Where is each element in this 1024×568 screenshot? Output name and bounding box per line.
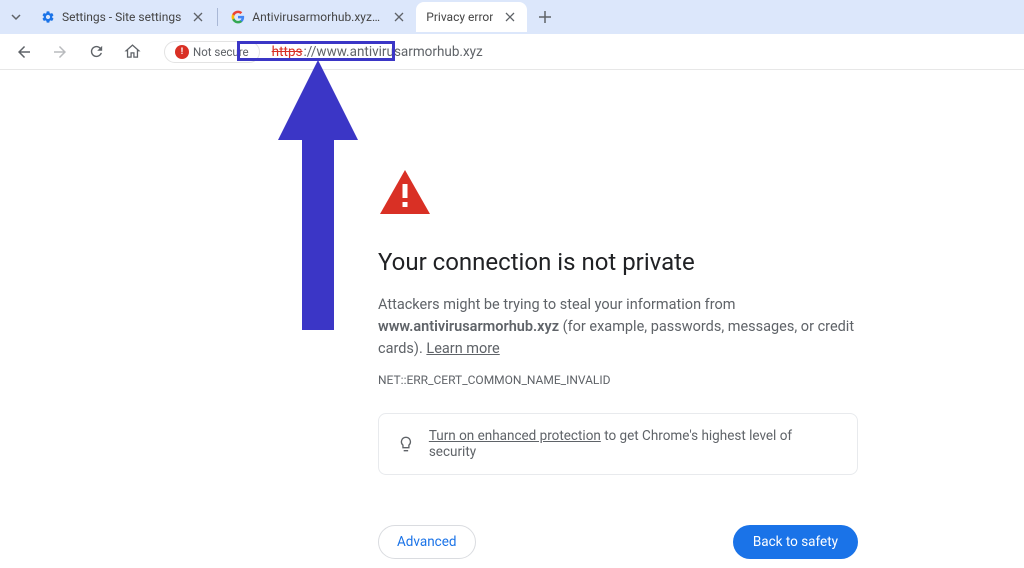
error-body: Attackers might be trying to steal your … (378, 294, 858, 359)
back-button[interactable] (10, 38, 38, 66)
tab-google-search[interactable]: Antivirusarmorhub.xyz - Google (220, 2, 416, 32)
enhanced-protection-tip: Turn on enhanced protection to get Chrom… (378, 413, 858, 475)
new-tab-button[interactable] (531, 3, 559, 31)
back-to-safety-button[interactable]: Back to safety (733, 525, 858, 559)
settings-icon (40, 9, 56, 25)
url-protocol: https (272, 44, 303, 60)
forward-button[interactable] (46, 38, 74, 66)
reload-button[interactable] (82, 38, 110, 66)
tab-settings[interactable]: Settings - Site settings (30, 2, 215, 32)
tab-separator (217, 8, 218, 26)
tip-text: Turn on enhanced protection to get Chrom… (429, 428, 839, 460)
danger-icon: ! (175, 45, 189, 59)
advanced-button[interactable]: Advanced (378, 525, 476, 559)
close-icon[interactable] (503, 10, 517, 24)
url-display: https://www.antivirusarmorhub.xyz (272, 44, 483, 60)
error-page-content: Your connection is not private Attackers… (0, 70, 1024, 568)
warning-triangle-icon (380, 170, 430, 214)
learn-more-link[interactable]: Learn more (426, 340, 499, 357)
toolbar: ! Not secure https://www.antivirusarmorh… (0, 34, 1024, 70)
error-domain: www.antivirusarmorhub.xyz (378, 318, 559, 335)
error-heading: Your connection is not private (378, 248, 924, 276)
not-secure-label: Not secure (193, 45, 249, 59)
tab-title: Antivirusarmorhub.xyz - Google (252, 10, 382, 24)
tab-title: Settings - Site settings (62, 10, 181, 24)
security-chip[interactable]: ! Not secure (164, 41, 260, 63)
error-code: NET::ERR_CERT_COMMON_NAME_INVALID (378, 373, 924, 387)
tab-search-dropdown[interactable] (6, 7, 26, 27)
tab-privacy-error[interactable]: Privacy error (416, 2, 527, 32)
address-bar[interactable]: ! Not secure https://www.antivirusarmorh… (154, 38, 1014, 66)
tab-title: Privacy error (426, 10, 493, 24)
close-icon[interactable] (392, 10, 406, 24)
tab-bar: Settings - Site settings Antivirusarmorh… (0, 0, 1024, 34)
close-icon[interactable] (191, 10, 205, 24)
home-button[interactable] (118, 38, 146, 66)
enhanced-protection-link[interactable]: Turn on enhanced protection (429, 428, 601, 444)
url-rest: ://www.antivirusarmorhub.xyz (304, 44, 483, 60)
lightbulb-icon (397, 435, 415, 453)
button-row: Advanced Back to safety (378, 525, 858, 559)
google-icon (230, 9, 246, 25)
